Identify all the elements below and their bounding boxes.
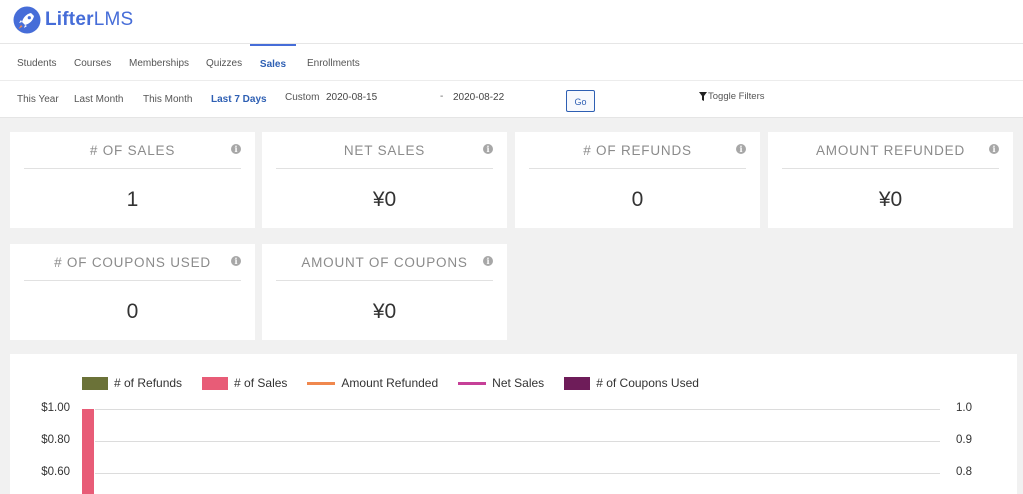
report-tabs: Students Courses Memberships Quizzes Sal… — [0, 44, 1023, 81]
bar-sales[interactable] — [82, 409, 94, 494]
y-left-tick: $0.60 — [41, 466, 70, 478]
y-right-tick: 1.0 — [956, 402, 972, 414]
legend-label: # of Coupons Used — [596, 376, 699, 390]
widget-amount-of-coupons: Amount of Coupons i ¥0 — [262, 244, 507, 340]
tab-students[interactable]: Students — [17, 44, 56, 80]
legend-item-net-sales[interactable]: Net Sales — [458, 376, 544, 390]
info-icon[interactable]: i — [736, 144, 746, 154]
date-separator: - — [440, 91, 444, 102]
top-bar: LifterLMS — [0, 0, 1023, 44]
widget-amount-refunded: Amount Refunded i ¥0 — [768, 132, 1013, 228]
legend-label: # of Refunds — [114, 376, 183, 390]
widget-value: ¥0 — [372, 188, 397, 211]
legend-swatch — [82, 376, 108, 390]
y-left-tick: $1.00 — [41, 402, 70, 414]
legend-swatch — [564, 376, 591, 390]
grid-line — [95, 409, 940, 410]
toggle-filters-label: Toggle Filters — [708, 91, 765, 102]
legend-item-sales[interactable]: # of Sales — [202, 376, 287, 390]
widget-title: Amount of Coupons — [276, 244, 493, 281]
legend-label: Net Sales — [492, 376, 545, 390]
widget-value: 1 — [126, 188, 139, 211]
tab-memberships[interactable]: Memberships — [129, 44, 189, 80]
grid-line — [95, 441, 940, 442]
sales-chart: # of Refunds # of Sales Amount Refunded … — [10, 354, 1017, 494]
legend-label: # of Sales — [234, 376, 288, 390]
widget-value: ¥0 — [878, 188, 903, 211]
range-last-month[interactable]: Last Month — [74, 81, 123, 119]
tab-sales[interactable]: Sales — [250, 44, 296, 82]
widget-title: # of Refunds — [529, 132, 746, 169]
y-right-tick: 0.9 — [956, 434, 972, 446]
legend-swatch — [307, 381, 336, 385]
start-date-input[interactable]: 2020-08-15 — [326, 92, 377, 103]
legend-swatch — [202, 376, 229, 390]
go-button[interactable]: Go — [566, 90, 595, 112]
legend-item-coupons-used[interactable]: # of Coupons Used — [564, 376, 699, 390]
info-icon[interactable]: i — [483, 256, 493, 266]
range-this-year[interactable]: This Year — [17, 81, 59, 119]
widget-value: ¥0 — [372, 300, 397, 323]
widget-value: 0 — [631, 188, 644, 211]
tab-quizzes[interactable]: Quizzes — [206, 44, 242, 80]
widget-coupons-used: # of Coupons Used i 0 — [10, 244, 255, 340]
chart-legend: # of Refunds # of Sales Amount Refunded … — [82, 376, 719, 390]
range-last-7-days[interactable]: Last 7 Days — [211, 81, 267, 119]
tab-courses[interactable]: Courses — [74, 44, 111, 80]
legend-label: Amount Refunded — [341, 376, 439, 390]
date-range-bar: This Year Last Month This Month Last 7 D… — [0, 81, 1023, 117]
legend-swatch — [458, 381, 487, 385]
y-right-tick: 0.8 — [956, 466, 972, 478]
lifterlms-logo[interactable]: LifterLMS — [12, 5, 133, 35]
legend-item-refunds[interactable]: # of Refunds — [82, 376, 182, 390]
legend-item-amount-refunded[interactable]: Amount Refunded — [307, 376, 438, 390]
info-icon[interactable]: i — [231, 144, 241, 154]
toggle-filters-button[interactable]: Toggle Filters — [699, 91, 765, 102]
widget-value: 0 — [126, 300, 139, 323]
y-left-tick: $0.80 — [41, 434, 70, 446]
tab-enrollments[interactable]: Enrollments — [307, 44, 360, 80]
filter-icon — [699, 92, 707, 101]
range-this-month[interactable]: This Month — [143, 81, 192, 119]
reporting-nav: Students Courses Memberships Quizzes Sal… — [0, 44, 1023, 118]
info-icon[interactable]: i — [483, 144, 493, 154]
grid-line — [95, 473, 940, 474]
brand-name: LifterLMS — [45, 9, 134, 30]
widget-title: Net Sales — [276, 132, 493, 169]
info-icon[interactable]: i — [231, 256, 241, 266]
widget-title: Amount Refunded — [782, 132, 999, 169]
rocket-logo-icon — [13, 6, 41, 34]
widget-sales-count: # of Sales i 1 — [10, 132, 255, 228]
widget-title: # of Sales — [24, 132, 241, 169]
widget-title: # of Coupons Used — [24, 244, 241, 281]
end-date-input[interactable]: 2020-08-22 — [453, 92, 504, 103]
widget-net-sales: Net Sales i ¥0 — [262, 132, 507, 228]
info-icon[interactable]: i — [989, 144, 999, 154]
widget-refunds-count: # of Refunds i 0 — [515, 132, 760, 228]
range-custom[interactable]: Custom — [285, 79, 319, 117]
